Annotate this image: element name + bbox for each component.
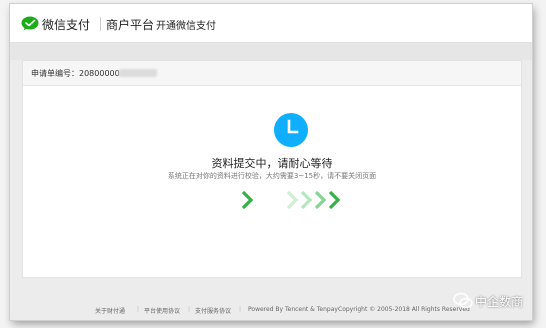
arrow-icon — [328, 190, 341, 210]
top-navigation-bar: 微信支付 商户平台 开通微信支付 — [10, 4, 532, 43]
wechat-pay-logo-icon[interactable] — [21, 16, 39, 31]
application-number-label: 申请单编号：20800000 — [31, 69, 120, 78]
status-title: 资料提交中，请耐心等待 — [211, 157, 333, 170]
footer-link-service[interactable]: 支付服务协议 — [195, 306, 231, 315]
progress-arrows — [241, 190, 341, 210]
header-divider — [100, 17, 101, 31]
footer-divider: | — [239, 306, 242, 313]
wechat-bubble-icon — [453, 292, 473, 309]
status-description: 系统正在对你的资料进行校验，大约需要3~15秒，请不要关闭页面 — [167, 172, 377, 180]
watermark-text: 中企数商 — [475, 295, 524, 309]
application-number-blurred — [119, 69, 157, 77]
footer-link-about[interactable]: 关于财付通 — [95, 306, 125, 315]
application-number-row: 申请单编号：20800000 — [23, 61, 521, 86]
footer-divider: | — [188, 306, 191, 313]
arrow-icon — [241, 190, 254, 210]
arrow-icon — [286, 190, 299, 210]
platform-name[interactable]: 商户平台 — [106, 16, 154, 33]
footer-link-agreement[interactable]: 平台使用协议 — [144, 306, 180, 315]
footer-divider: | — [137, 306, 140, 313]
arrow-icon — [314, 190, 327, 210]
header-spacer — [10, 43, 532, 60]
watermark: 中企数商 — [449, 290, 539, 312]
browser-window: 微信支付 商户平台 开通微信支付 申请单编号：20800000 资料提交中，请耐… — [10, 4, 532, 320]
clock-icon — [274, 113, 308, 147]
main-content-card: 申请单编号：20800000 资料提交中，请耐心等待 系统正在对你的资料进行校验… — [22, 60, 522, 278]
footer-powered: Powered By Tencent & Tenpay — [248, 306, 338, 313]
brand-name[interactable]: 微信支付 — [42, 16, 90, 33]
page-title: 开通微信支付 — [156, 21, 216, 32]
arrow-icon — [300, 190, 313, 210]
